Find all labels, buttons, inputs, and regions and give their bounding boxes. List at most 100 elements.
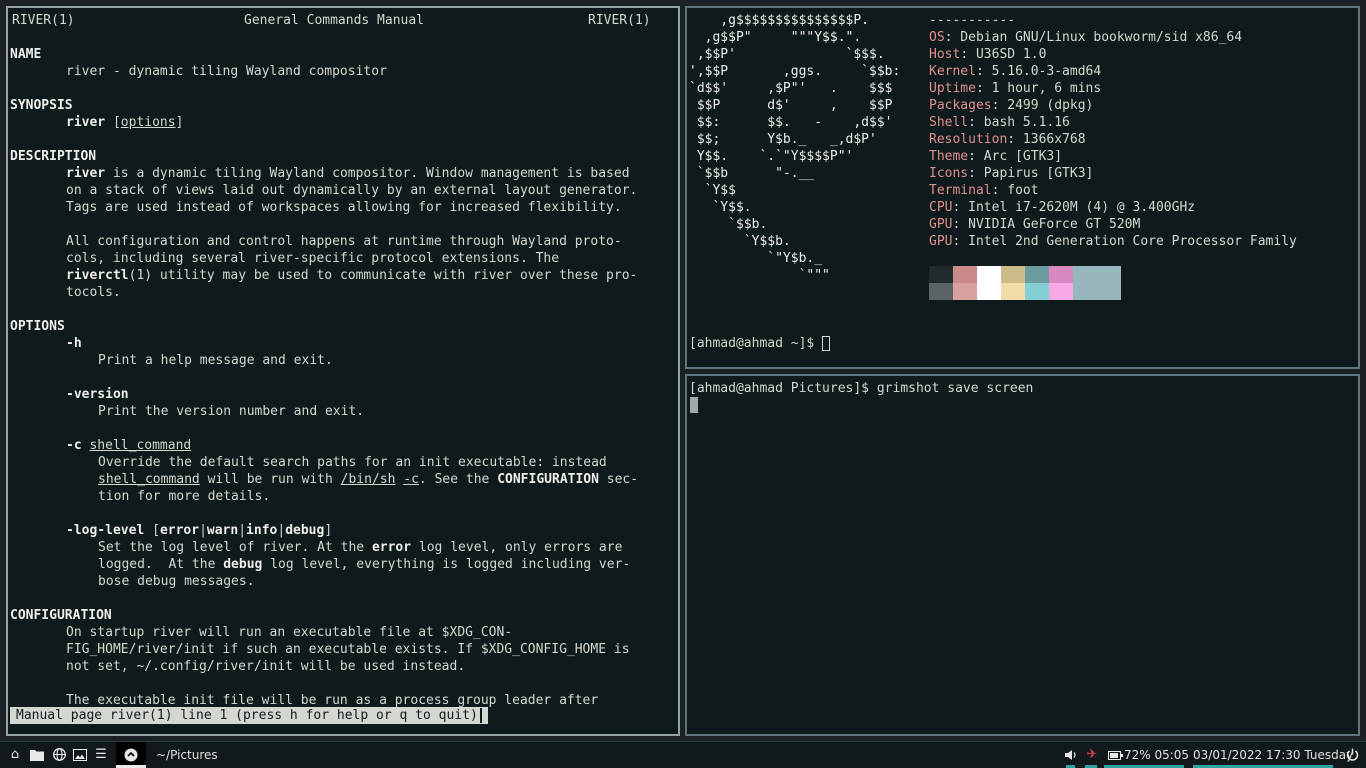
pager-status-bar: Manual page river(1) line 1 (press h for…: [10, 707, 488, 724]
folder-icon[interactable]: [28, 746, 46, 764]
opt-log-sep-1: |: [199, 523, 207, 538]
name-heading: NAME: [10, 47, 42, 62]
system-info-row: Shell: bash 5.1.16: [929, 114, 1070, 131]
system-info-value: : U36SD 1.0: [960, 47, 1047, 62]
clock[interactable]: 03/01/2022 17:30 Tuesday: [1193, 748, 1353, 763]
opt-log-sep-3: |: [277, 523, 286, 538]
opt-log-close: ]: [324, 523, 333, 538]
color-swatch: [953, 266, 977, 283]
system-info-row: Uptime: 1 hour, 6 mins: [929, 80, 1101, 97]
menu-icon[interactable]: ☰: [92, 746, 110, 764]
system-info-row: Resolution: 1366x768: [929, 131, 1086, 148]
grim-prompt: [ahmad@ahmad Pictures]$: [689, 381, 877, 396]
system-info-label: OS: [929, 30, 945, 45]
configuration-heading: CONFIGURATION: [10, 608, 112, 623]
grimshot-terminal-window[interactable]: [ahmad@ahmad Pictures]$ grimshot save sc…: [685, 374, 1360, 736]
system-info-row: Theme: Arc [GTK3]: [929, 148, 1062, 165]
system-info-row: Packages: 2499 (dpkg): [929, 97, 1093, 114]
desc-line-7: tocols.: [66, 285, 121, 300]
opt-c-desc-end: sec-: [598, 472, 639, 487]
ascii-logo-line: $$P d$' , $$P: [689, 98, 893, 113]
opt-c-desc-1: Override the default search paths for an…: [98, 455, 607, 470]
color-swatch: [1001, 283, 1025, 300]
ascii-logo-line: `"Y$b._: [689, 251, 823, 266]
system-info-value: : 1 hour, 6 mins: [975, 81, 1102, 96]
opt-log-desc-1a: Set the log level of river. At the: [98, 540, 372, 555]
ascii-logo-line: ,$$P' `$$$.: [689, 47, 885, 62]
desc-line-4: All configuration and control happens at…: [66, 234, 622, 249]
system-info-value: : 2499 (dpkg): [991, 98, 1094, 113]
opt-c: -c: [66, 438, 82, 453]
current-directory[interactable]: ~/Pictures: [156, 748, 218, 763]
color-swatch: [929, 266, 953, 283]
opt-log-desc-1c: log level, only errors are: [411, 540, 623, 555]
ascii-logo-line: ',$$P ,ggs. `$$b:: [689, 64, 901, 79]
synopsis-arg: options: [120, 115, 176, 130]
opt-log-desc-2b: debug: [223, 557, 263, 572]
fetch-prompt-line[interactable]: [ahmad@ahmad ~]$: [689, 335, 831, 352]
dash-c-flag: -c: [403, 472, 419, 487]
ascii-logo-line: ,g$$$$$$$$$$$$$$$P.: [689, 13, 870, 28]
system-info-label: GPU: [929, 234, 953, 249]
system-info-value: : Arc [GTK3]: [968, 149, 1063, 164]
options-heading: OPTIONS: [10, 319, 65, 334]
opt-h: -h: [66, 336, 82, 351]
system-info-value: : 5.16.0-3-amd64: [975, 64, 1102, 79]
system-info-value: : Intel i7-2620M (4) @ 3.400GHz: [952, 200, 1196, 215]
desc-rest: is a dynamic tiling Wayland compositor. …: [105, 166, 630, 181]
block-cursor: [690, 397, 698, 413]
system-info-label: Terminal: [929, 183, 992, 198]
image-icon[interactable]: [71, 746, 89, 764]
opt-c-desc-mid: will be run with: [199, 472, 341, 487]
system-info-label: CPU: [929, 200, 953, 215]
neofetch-terminal-window[interactable]: ,g$$$$$$$$$$$$$$$P. ,g$$P" """Y$$.". ,$$…: [685, 6, 1360, 369]
color-swatch: [929, 283, 953, 300]
color-swatch: [953, 283, 977, 300]
man-header-center: General Commands Manual: [244, 13, 425, 28]
volume-icon[interactable]: [1062, 746, 1080, 764]
battery-icon[interactable]: [1106, 746, 1124, 764]
system-info-row: CPU: Intel i7-2620M (4) @ 3.400GHz: [929, 199, 1195, 216]
desc-line-1: river is a dynamic tiling Wayland compos…: [66, 165, 630, 182]
man-header-right: RIVER(1): [588, 13, 651, 28]
system-info-row: Terminal: foot: [929, 182, 1039, 199]
synopsis-close: ]: [175, 115, 184, 130]
opt-c-desc-2: shell_command will be run with /bin/sh -…: [98, 471, 638, 488]
ascii-logo-line: `Y$$: [689, 183, 736, 198]
system-info-row: GPU: NVIDIA GeForce GT 520M: [929, 216, 1140, 233]
opt-c-desc-see: . See the: [418, 472, 498, 487]
opt-log-open: [: [144, 523, 160, 538]
desc-cmd: river: [66, 166, 106, 181]
info-separator: -----------: [929, 13, 1016, 28]
home-icon[interactable]: ⌂: [6, 746, 24, 764]
man-terminal-window[interactable]: RIVER(1) General Commands Manual RIVER(1…: [6, 6, 680, 736]
system-info-label: Host: [929, 47, 961, 62]
synopsis-line: river [options]: [66, 114, 183, 131]
system-info-row: Icons: Papirus [GTK3]: [929, 165, 1093, 182]
power-icon[interactable]: [1343, 746, 1361, 764]
system-info-label: Theme: [929, 149, 969, 164]
config-line-2: FIG_HOME/river/init if such an executabl…: [66, 642, 630, 657]
system-info-row: GPU: Intel 2nd Generation Core Processor…: [929, 233, 1297, 250]
ascii-logo-line: `""": [689, 268, 830, 283]
ascii-logo-line: `$$b.: [689, 217, 768, 232]
synopsis-cmd: river: [66, 115, 106, 130]
desc-line-5: cols, including several river-specific p…: [66, 251, 560, 266]
opt-version: -version: [66, 387, 129, 402]
desc-line-6: riverctl(1) utility may be used to commu…: [66, 267, 637, 284]
color-swatch: [1025, 266, 1049, 283]
opt-version-desc: Print the version number and exit.: [98, 404, 365, 419]
active-window-indicator[interactable]: [116, 742, 146, 768]
opt-log-error: error: [159, 523, 200, 538]
system-info-row: Kernel: 5.16.0-3-amd64: [929, 63, 1101, 80]
opt-log-desc-2c: log level, everything is logged includin…: [262, 557, 631, 572]
config-line-1: On startup river will run an executable …: [66, 625, 513, 640]
color-swatch: [1001, 266, 1025, 283]
desc-line-2: on a stack of views laid out dynamically…: [66, 183, 638, 198]
system-info-value: : NVIDIA GeForce GT 520M: [952, 217, 1141, 232]
synopsis-heading: SYNOPSIS: [10, 98, 73, 113]
airplane-mode-icon[interactable]: ✈: [1083, 746, 1101, 764]
color-swatch: [1049, 266, 1073, 283]
globe-icon[interactable]: [50, 746, 68, 764]
ascii-logo-line: `d$$' ,$P"' . $$$: [689, 81, 893, 96]
